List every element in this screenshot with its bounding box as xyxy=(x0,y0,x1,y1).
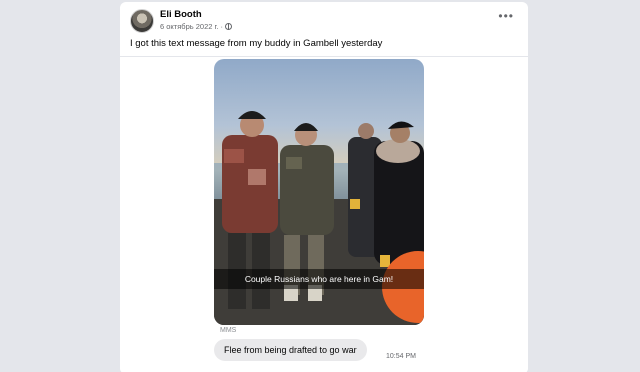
mms-photo[interactable]: Couple Russians who are here in Gam! xyxy=(214,59,424,325)
avatar[interactable] xyxy=(130,9,154,33)
more-options-button[interactable]: ••• xyxy=(498,9,514,23)
message-screenshot[interactable]: Couple Russians who are here in Gam! MMS… xyxy=(120,56,528,372)
globe-icon xyxy=(225,23,232,30)
author-name[interactable]: Eli Booth xyxy=(160,9,202,20)
photo-caption: Couple Russians who are here in Gam! xyxy=(214,269,424,289)
mms-label: MMS xyxy=(220,327,237,334)
post-date[interactable]: 6 октябрь 2022 г. · xyxy=(160,22,223,31)
ellipsis-icon: ••• xyxy=(498,9,514,23)
facebook-post-card: Eli Booth 6 октябрь 2022 г. · ••• I got … xyxy=(120,2,528,372)
sms-bubble: Flee from being drafted to go war xyxy=(214,339,367,361)
post-header: Eli Booth 6 октябрь 2022 г. · ••• xyxy=(120,2,528,38)
sms-timestamp: 10:54 PM xyxy=(386,353,416,360)
post-text: I got this text message from my buddy in… xyxy=(130,38,383,49)
post-meta: 6 октябрь 2022 г. · xyxy=(160,22,232,31)
